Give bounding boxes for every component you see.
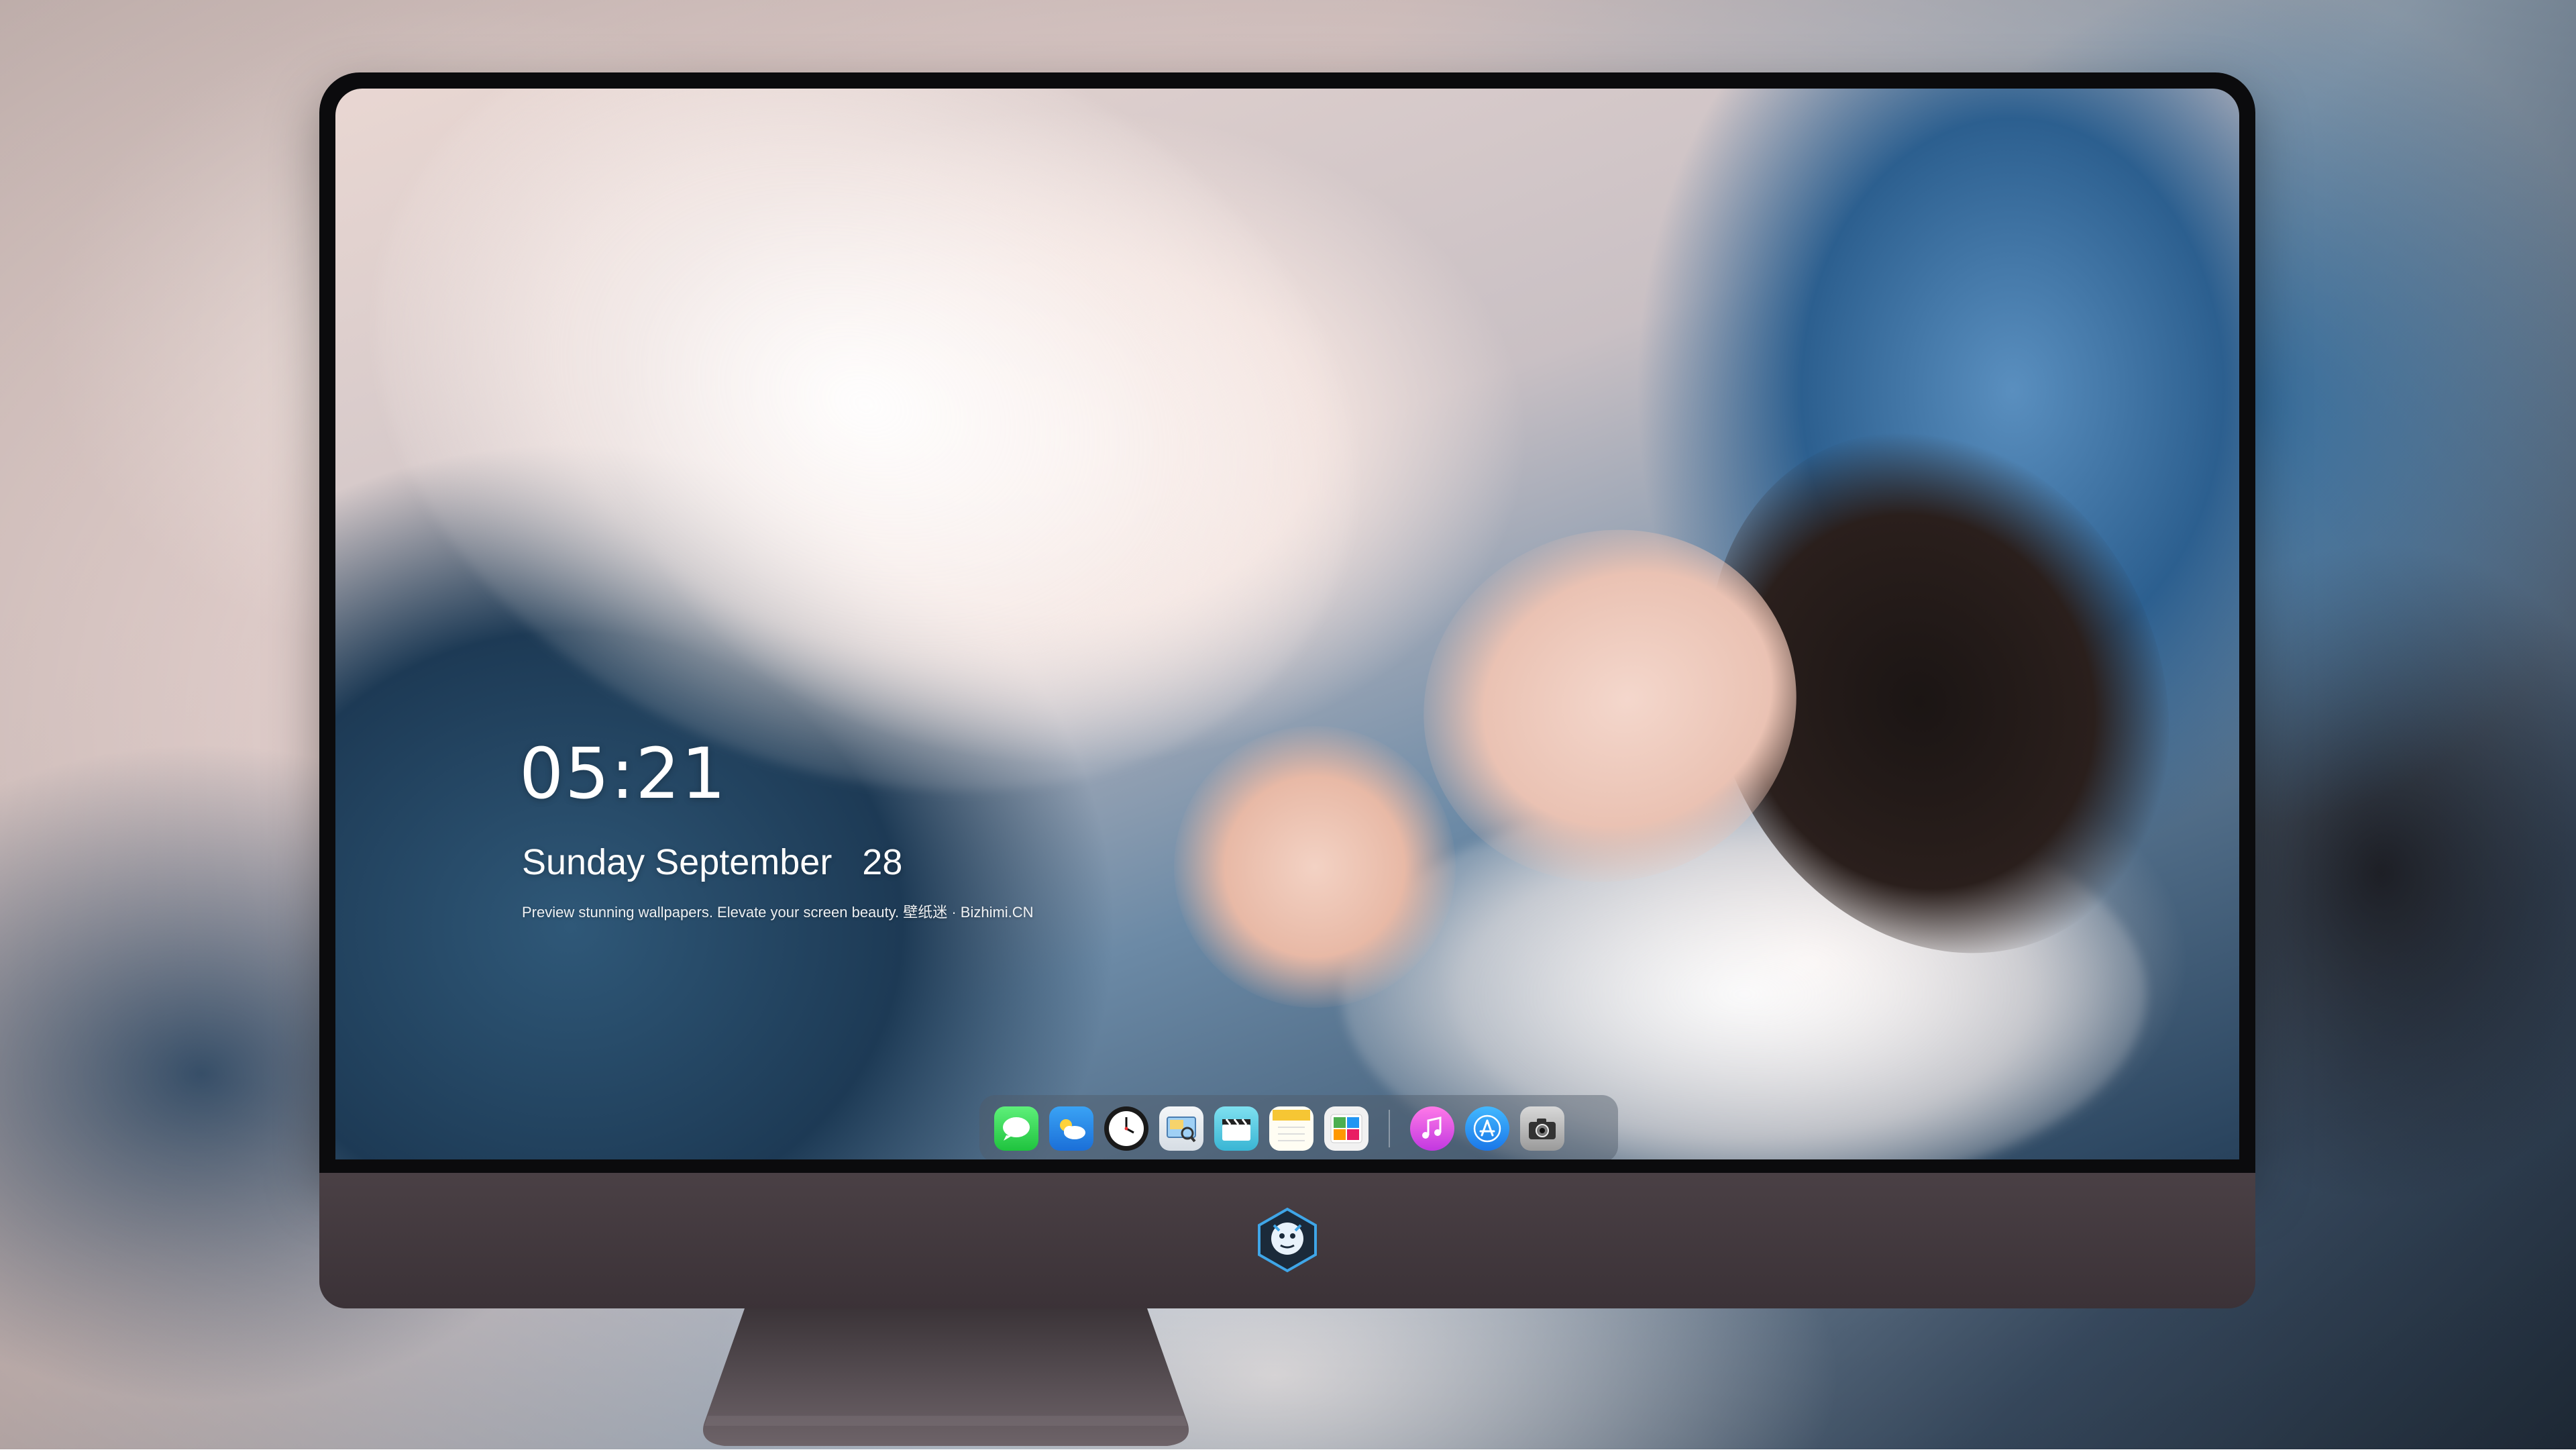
photos-icon[interactable] bbox=[1324, 1106, 1368, 1151]
camera-icon[interactable] bbox=[1520, 1106, 1564, 1151]
brand-logo-icon bbox=[1254, 1206, 1321, 1274]
lockscreen-caption: Preview stunning wallpapers. Elevate you… bbox=[522, 904, 1034, 921]
music-icon[interactable] bbox=[1410, 1106, 1454, 1151]
dock bbox=[979, 1095, 1618, 1159]
monitor-bezel: 05:21 Sunday September 28 Preview stunni… bbox=[319, 72, 2255, 1173]
notes-icon[interactable] bbox=[1269, 1106, 1313, 1151]
weather-icon[interactable] bbox=[1049, 1106, 1093, 1151]
lockscreen-date: Sunday September 28 bbox=[522, 842, 903, 882]
lockscreen-clock: 05:21 bbox=[519, 733, 727, 815]
clock-icon[interactable] bbox=[1104, 1106, 1148, 1151]
messages-icon[interactable] bbox=[994, 1106, 1038, 1151]
app-store-icon[interactable] bbox=[1465, 1106, 1509, 1151]
preview-icon[interactable] bbox=[1159, 1106, 1203, 1151]
monitor-stand bbox=[671, 1308, 1221, 1449]
wallpaper-hands bbox=[1174, 726, 1456, 1008]
monitor: 05:21 Sunday September 28 Preview stunni… bbox=[319, 72, 2255, 1308]
dock-separator bbox=[1389, 1110, 1390, 1147]
lockscreen[interactable]: 05:21 Sunday September 28 Preview stunni… bbox=[335, 89, 2239, 1159]
video-icon[interactable] bbox=[1214, 1106, 1258, 1151]
